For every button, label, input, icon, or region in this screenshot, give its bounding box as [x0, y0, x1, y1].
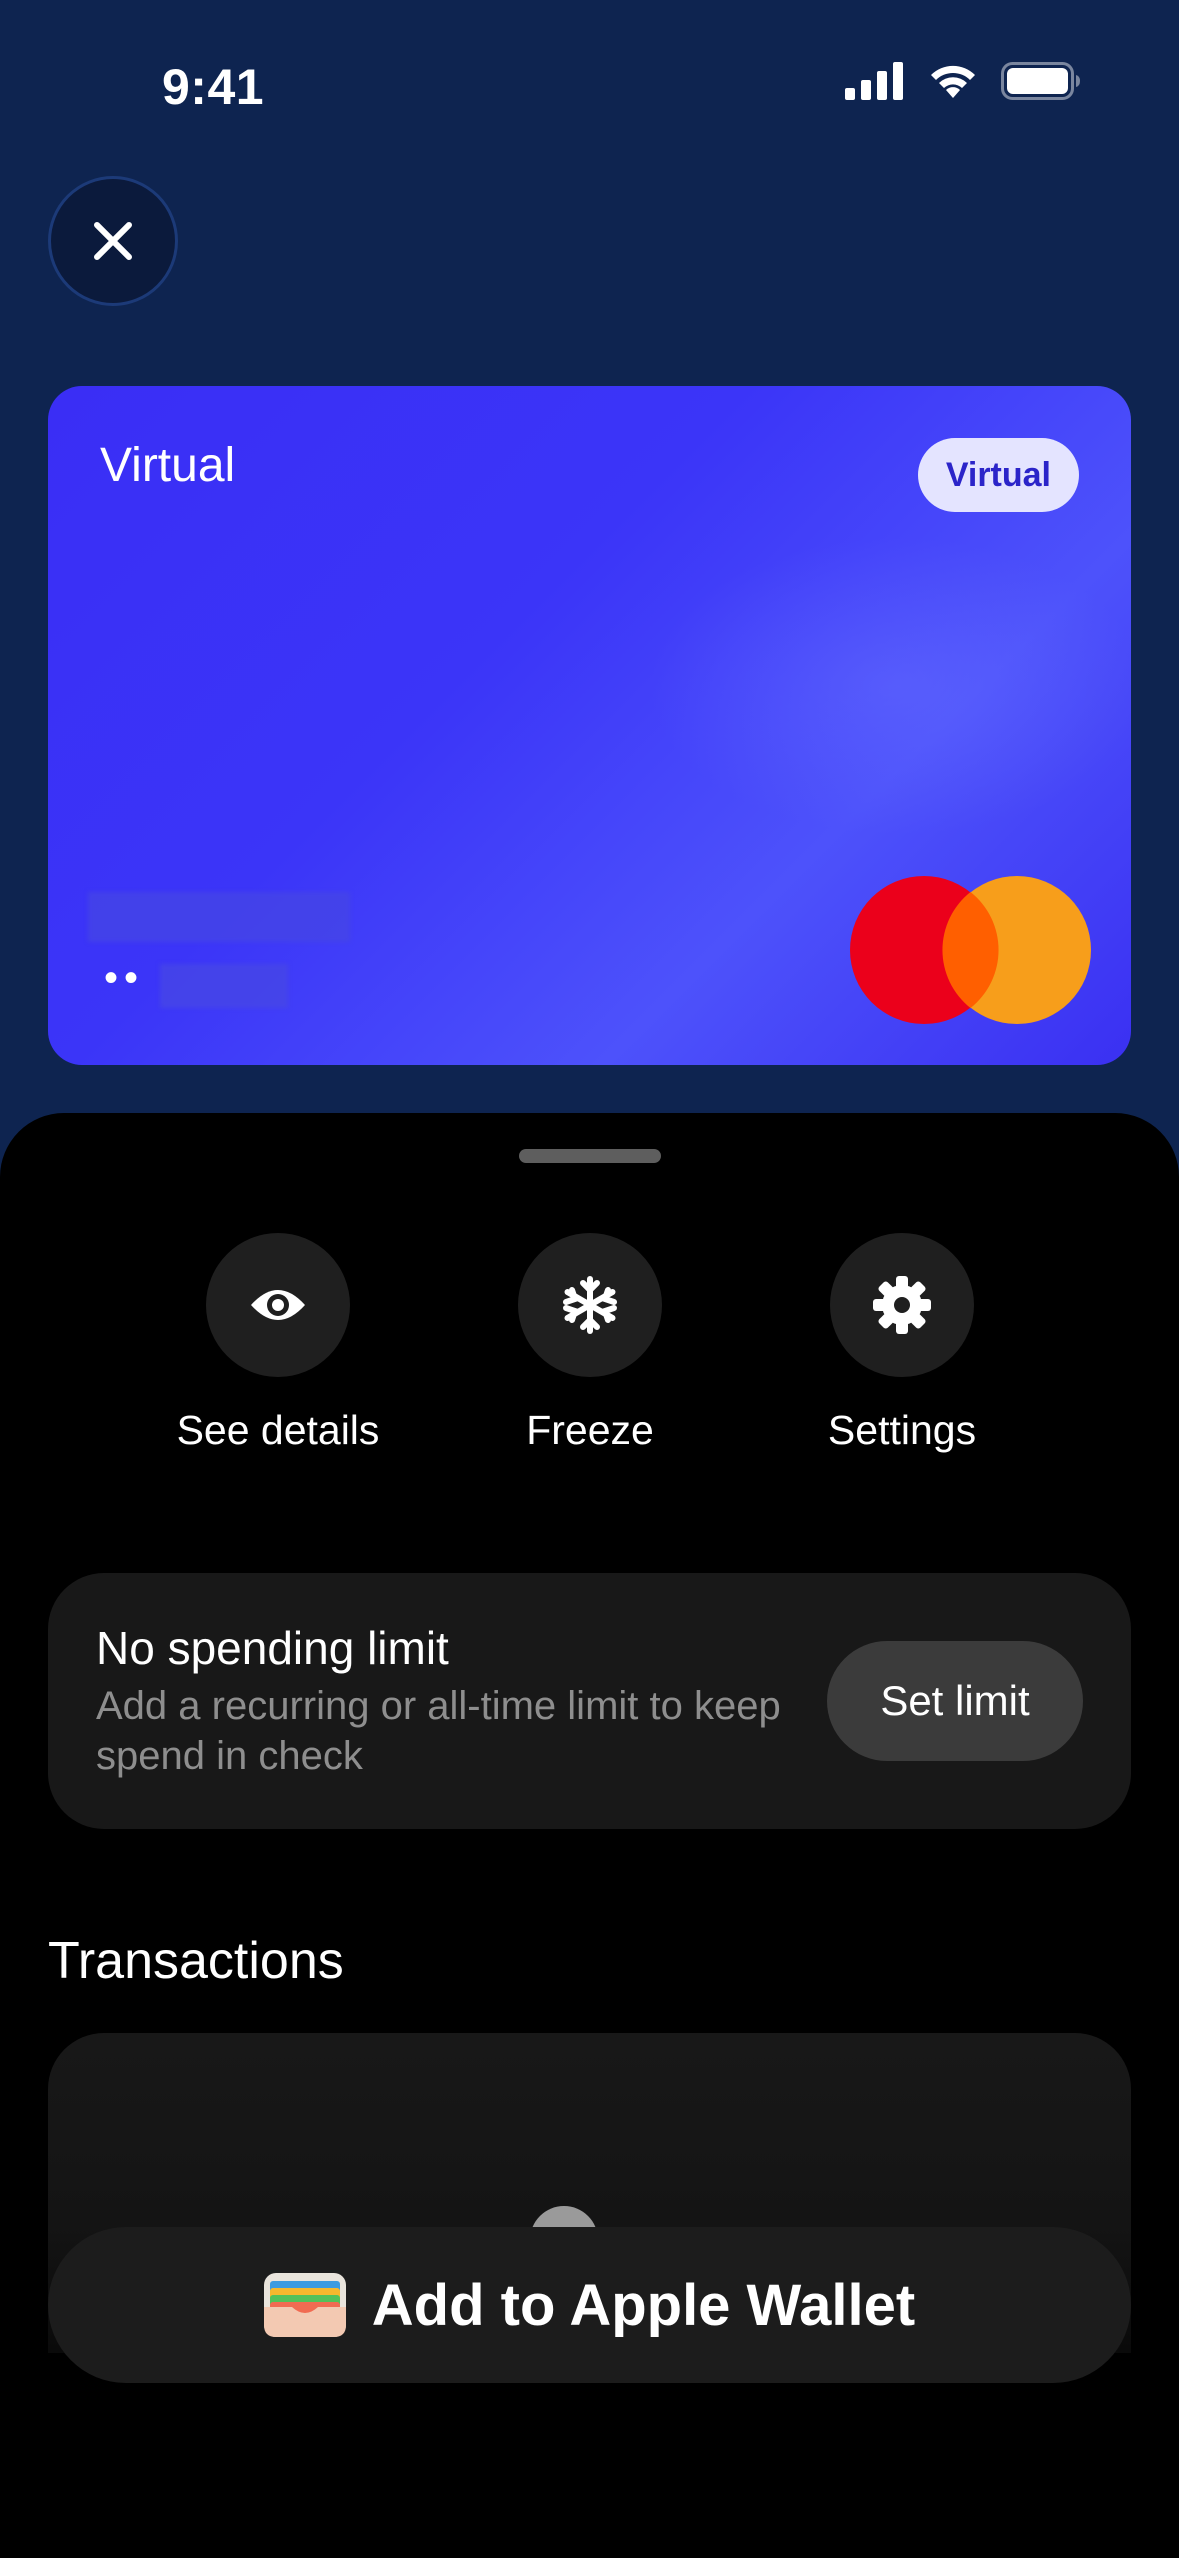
add-to-apple-wallet-label: Add to Apple Wallet	[371, 2272, 916, 2338]
freeze-button[interactable]: Freeze	[460, 1233, 720, 1454]
spending-limit-subtitle: Add a recurring or all-time limit to kee…	[96, 1684, 781, 1778]
cellular-signal-icon	[845, 62, 903, 100]
see-details-label: See details	[176, 1407, 380, 1453]
close-button[interactable]	[48, 176, 178, 306]
card-type-badge: Virtual	[917, 438, 1079, 512]
add-to-apple-wallet-button[interactable]: Add to Apple Wallet	[48, 2227, 1131, 2383]
snowflake-icon	[563, 1276, 617, 1334]
settings-circle	[830, 1233, 974, 1377]
virtual-card[interactable]: Virtual Virtual ••	[48, 386, 1131, 1065]
cardholder-name-redacted	[88, 892, 350, 942]
see-details-button[interactable]: See details	[148, 1233, 408, 1454]
wifi-icon	[931, 65, 975, 98]
card-number-dots: ••	[104, 956, 145, 1000]
status-time: 9:41	[162, 59, 265, 115]
freeze-circle	[518, 1233, 662, 1377]
set-limit-button[interactable]: Set limit	[827, 1641, 1083, 1761]
freeze-label: Freeze	[526, 1407, 654, 1453]
gear-icon	[873, 1276, 931, 1334]
settings-button[interactable]: Settings	[772, 1233, 1032, 1454]
card-detail-screen: 9:41 Virtual Virtual •• See details Free…	[0, 0, 1179, 2558]
card-glow	[648, 536, 1131, 836]
close-icon	[94, 222, 132, 260]
settings-label: Settings	[827, 1407, 977, 1453]
apple-wallet-icon	[263, 2273, 346, 2337]
card-title: Virtual	[100, 439, 236, 492]
battery-icon	[1001, 62, 1080, 100]
status-bar: 9:41	[0, 0, 1179, 170]
sheet-grabber[interactable]	[519, 1149, 661, 1163]
see-details-circle	[206, 1233, 350, 1377]
bottom-sheet: See details Freeze Settings No spending …	[0, 1113, 1179, 2558]
eye-icon	[251, 1290, 305, 1320]
spending-limit-title: No spending limit	[96, 1622, 449, 1674]
status-icons	[845, 62, 1081, 100]
transactions-heading: Transactions	[48, 1932, 344, 1990]
mastercard-logo-icon	[850, 876, 1091, 1024]
spending-limit-card: No spending limit Add a recurring or all…	[48, 1573, 1131, 1829]
card-number-redacted	[160, 964, 288, 1008]
